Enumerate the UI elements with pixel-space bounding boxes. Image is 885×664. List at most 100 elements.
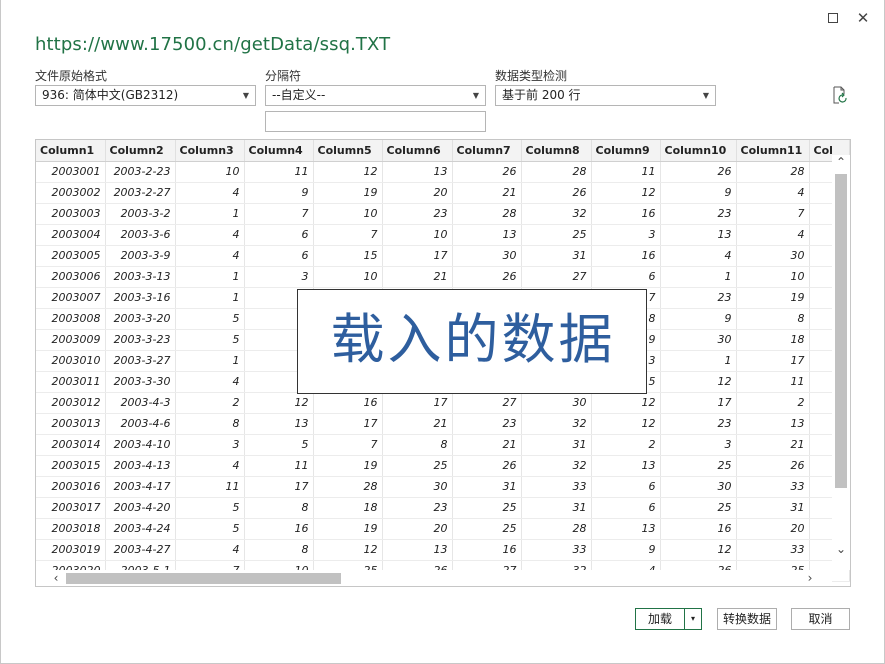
table-cell: 13	[660, 224, 737, 246]
delimiter-label: 分隔符	[265, 69, 302, 83]
table-cell: 2003019	[36, 539, 106, 561]
table-cell: 1	[175, 350, 245, 372]
table-cell: 21	[382, 266, 453, 288]
type-detection-select[interactable]: 基于前 200 行 ▼	[495, 85, 716, 106]
table-header-row: Column1 Column2 Column3 Column4 Column5 Colum…	[36, 140, 850, 162]
horizontal-scrollbar[interactable]: ‹ ›	[36, 570, 832, 586]
table-cell: 2003-4-6	[105, 413, 176, 435]
column-header[interactable]: Column3	[175, 140, 245, 162]
chevron-down-icon: ▼	[702, 91, 709, 100]
table-cell: 23	[382, 497, 453, 519]
table-cell: 2003010	[36, 350, 106, 372]
table-cell: 26	[452, 266, 522, 288]
chevron-left-icon[interactable]: ‹	[48, 570, 64, 586]
table-cell: 2003004	[36, 224, 106, 246]
table-cell: 16	[591, 245, 661, 267]
table-cell: 26	[736, 455, 810, 477]
column-header[interactable]: Column11	[736, 140, 810, 162]
table-row: 2003004 2003-3-6 4 6 7 10 13 25 3 13 4	[36, 224, 850, 246]
table-row: 2003013 2003-4-6 8 13 17 21 23 32 12 23 13	[36, 413, 850, 435]
table-cell: 12	[591, 182, 661, 204]
table-cell: 9	[244, 182, 314, 204]
close-button[interactable]: ✕	[853, 8, 873, 28]
table-cell: 4	[660, 245, 737, 267]
table-cell: 16	[452, 539, 522, 561]
table-cell: 2003015	[36, 455, 106, 477]
table-cell: 2003-4-13	[105, 455, 176, 477]
table-cell: 2003-3-27	[105, 350, 176, 372]
table-cell: 25	[660, 497, 737, 519]
loaded-data-callout: 载入的数据	[297, 289, 647, 394]
column-header[interactable]: Column5	[313, 140, 383, 162]
table-cell: 31	[736, 497, 810, 519]
table-cell: 7	[736, 203, 810, 225]
delimiter-select[interactable]: --自定义-- ▼	[265, 85, 486, 106]
table-cell: 8	[736, 308, 810, 330]
table-cell: 2003003	[36, 203, 106, 225]
transform-data-button[interactable]: 转换数据	[717, 608, 777, 630]
table-cell: 5	[175, 329, 245, 351]
table-cell: 21	[736, 434, 810, 456]
chevron-right-icon[interactable]: ›	[802, 570, 818, 586]
table-cell: 2003002	[36, 182, 106, 204]
column-header[interactable]: Column1	[36, 140, 106, 162]
navigator-dialog: ✕ https://www.17500.cn/getData/ssq.TXT 文…	[0, 0, 885, 664]
table-cell: 28	[521, 518, 592, 540]
chevron-down-icon[interactable]: ⌄	[832, 542, 850, 556]
table-cell: 4	[175, 224, 245, 246]
table-cell: 30	[452, 245, 522, 267]
table-row: 2003002 2003-2-27 4 9 19 20 21 26 12 9 4	[36, 182, 850, 204]
table-cell: 20	[382, 182, 453, 204]
table-row: 2003001 2003-2-23 10 11 12 13 26 28 11 26 28	[36, 161, 850, 183]
horizontal-scroll-thumb[interactable]	[66, 573, 341, 584]
cancel-button[interactable]: 取消	[791, 608, 850, 630]
file-origin-select[interactable]: 936: 简体中文(GB2312) ▼	[35, 85, 256, 106]
column-header[interactable]: Column8	[521, 140, 592, 162]
table-cell: 2003-3-30	[105, 371, 176, 393]
refresh-icon[interactable]	[830, 86, 848, 104]
table-cell: 23	[452, 413, 522, 435]
table-cell: 1	[660, 350, 737, 372]
column-header[interactable]: Column4	[244, 140, 314, 162]
load-dropdown-button[interactable]: ▾	[684, 608, 702, 630]
table-row: 2003006 2003-3-13 1 3 10 21 26 27 6 1 10	[36, 266, 850, 288]
column-header[interactable]: Column2	[105, 140, 176, 162]
table-cell: 9	[660, 308, 737, 330]
table-cell: 13	[591, 518, 661, 540]
table-cell: 2003-2-23	[105, 161, 176, 183]
table-cell: 4	[736, 182, 810, 204]
column-header[interactable]: Column10	[660, 140, 737, 162]
table-cell: 6	[591, 476, 661, 498]
chevron-up-icon[interactable]: ⌃	[832, 155, 850, 169]
restore-button[interactable]	[823, 8, 843, 28]
table-cell: 6	[591, 497, 661, 519]
table-cell: 19	[313, 182, 383, 204]
table-cell: 2003001	[36, 161, 106, 183]
table-cell: 5	[175, 518, 245, 540]
callout-text: 载入的数据	[330, 308, 616, 371]
vertical-scroll-thumb[interactable]	[835, 174, 847, 488]
table-cell: 2003018	[36, 518, 106, 540]
table-cell: 6	[244, 224, 314, 246]
table-cell: 1	[175, 266, 245, 288]
load-button[interactable]: 加载	[635, 608, 684, 630]
type-detection-label: 数据类型检测	[495, 69, 568, 83]
vertical-scrollbar[interactable]: ⌃ ⌄	[832, 155, 850, 570]
table-cell: 7	[244, 203, 314, 225]
table-cell: 2	[591, 434, 661, 456]
column-header[interactable]: Column7	[452, 140, 522, 162]
table-cell: 30	[736, 245, 810, 267]
table-cell: 26	[452, 455, 522, 477]
table-cell: 13	[736, 413, 810, 435]
column-header[interactable]: Column9	[591, 140, 661, 162]
table-cell: 6	[244, 245, 314, 267]
table-cell: 12	[660, 371, 737, 393]
table-cell: 25	[452, 518, 522, 540]
column-header[interactable]: Column6	[382, 140, 453, 162]
table-cell: 3	[244, 266, 314, 288]
custom-delimiter-input[interactable]	[265, 111, 486, 132]
table-cell: 4	[175, 539, 245, 561]
table-cell: 25	[660, 455, 737, 477]
table-cell: 2003-3-16	[105, 287, 176, 309]
table-cell: 26	[521, 182, 592, 204]
